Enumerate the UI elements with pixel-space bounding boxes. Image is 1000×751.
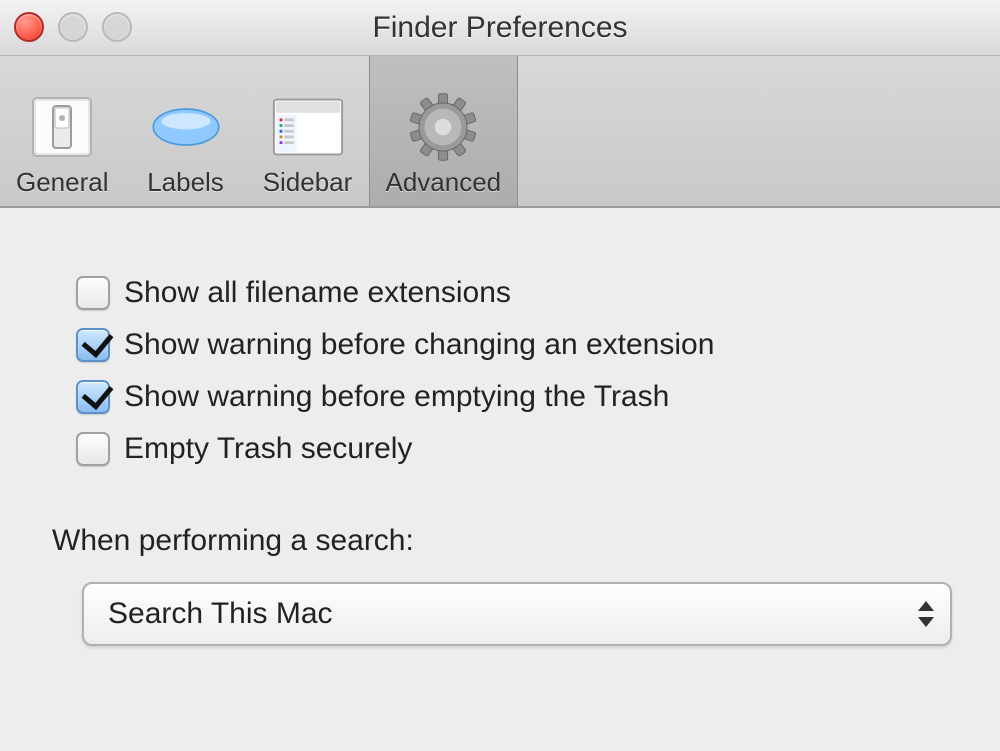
option-warn-extension-row: Show warning before changing an extensio… [60, 320, 940, 372]
tab-sidebar[interactable]: Sidebar [247, 56, 369, 206]
option-warn-trash-label: Show warning before emptying the Trash [124, 380, 669, 414]
search-scope-label: When performing a search: [52, 524, 940, 558]
option-warn-extension-checkbox[interactable] [76, 328, 110, 362]
minimize-button[interactable] [58, 12, 88, 42]
tab-labels-label: Labels [147, 167, 224, 198]
pill-icon [150, 91, 222, 163]
chevron-updown-icon [918, 601, 934, 627]
option-secure-empty-label: Empty Trash securely [124, 432, 412, 466]
window-title: Finder Preferences [372, 11, 627, 45]
sidebar-icon [272, 91, 344, 163]
option-secure-empty-checkbox[interactable] [76, 432, 110, 466]
traffic-lights [14, 12, 132, 42]
option-show-extensions-label: Show all filename extensions [124, 276, 511, 310]
tab-advanced[interactable]: Advanced [369, 56, 519, 206]
close-button[interactable] [14, 12, 44, 42]
option-show-extensions-row: Show all filename extensions [60, 268, 940, 320]
option-warn-trash-checkbox[interactable] [76, 380, 110, 414]
tab-advanced-label: Advanced [386, 167, 502, 198]
search-scope-value: Search This Mac [108, 597, 333, 631]
search-scope-dropdown[interactable]: Search This Mac [82, 582, 952, 646]
option-show-extensions-checkbox[interactable] [76, 276, 110, 310]
switch-icon [26, 91, 98, 163]
toolbar: General Labels [0, 56, 1000, 208]
tab-labels[interactable]: Labels [125, 56, 247, 206]
option-warn-extension-label: Show warning before changing an extensio… [124, 328, 714, 362]
tab-sidebar-label: Sidebar [263, 167, 353, 198]
search-section: When performing a search: Search This Ma… [60, 524, 940, 646]
tab-general-label: General [16, 167, 109, 198]
gear-icon [407, 91, 479, 163]
titlebar: Finder Preferences [0, 0, 1000, 56]
zoom-button[interactable] [102, 12, 132, 42]
content: Show all filename extensions Show warnin… [0, 208, 1000, 676]
tab-general[interactable]: General [0, 56, 125, 206]
option-warn-trash-row: Show warning before emptying the Trash [60, 372, 940, 424]
option-secure-empty-row: Empty Trash securely [60, 424, 940, 476]
